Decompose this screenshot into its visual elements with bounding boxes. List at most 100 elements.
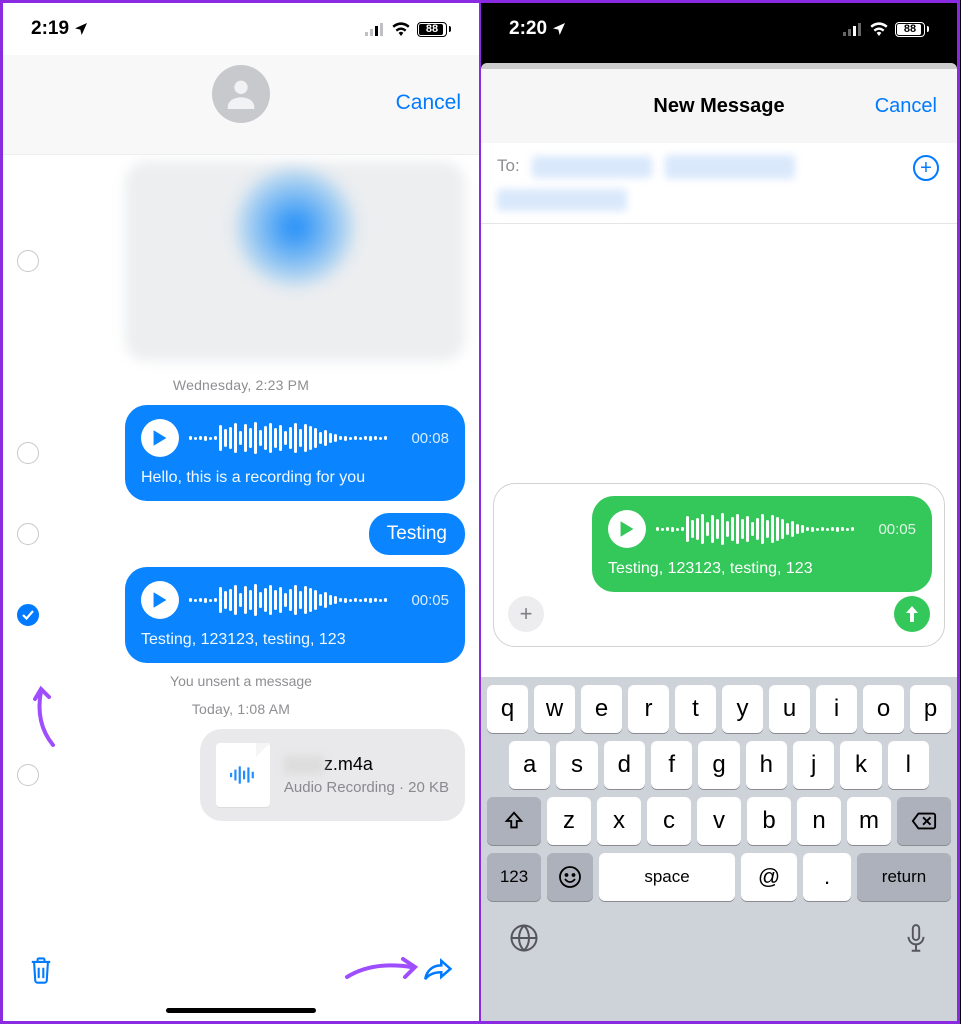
- unsent-label: You unsent a message: [3, 669, 479, 691]
- key-x[interactable]: x: [597, 797, 641, 845]
- key-y[interactable]: y: [722, 685, 763, 733]
- select-circle[interactable]: [17, 250, 39, 272]
- key-e[interactable]: e: [581, 685, 622, 733]
- keyboard-row-bottom: 123 space @ . return: [481, 845, 957, 901]
- select-circle[interactable]: [17, 442, 39, 464]
- home-indicator[interactable]: [166, 1008, 316, 1013]
- status-bar: 2:19 88: [3, 3, 479, 55]
- compose-area: 00:05 Testing, 123123, testing, 123 +: [493, 483, 945, 665]
- recipient-chip[interactable]: [665, 155, 795, 179]
- key-k[interactable]: k: [840, 741, 881, 789]
- blurred-message: [125, 161, 465, 361]
- period-key[interactable]: .: [803, 853, 851, 901]
- key-t[interactable]: t: [675, 685, 716, 733]
- voice-transcript: Testing, 123123, testing, 123: [608, 560, 916, 578]
- annotation-arrow-icon: [25, 683, 65, 753]
- timestamp-label: Wednesday, 2:23 PM: [3, 367, 479, 399]
- voice-message-bubble[interactable]: 00:08 Hello, this is a recording for you: [125, 405, 465, 501]
- key-a[interactable]: a: [509, 741, 550, 789]
- key-h[interactable]: h: [746, 741, 787, 789]
- cancel-button[interactable]: Cancel: [396, 91, 461, 115]
- shift-key[interactable]: [487, 797, 541, 845]
- timestamp-label: Today, 1:08 AM: [3, 691, 479, 723]
- file-attachment-bubble[interactable]: z.m4a Audio Recording · 20 KB: [200, 729, 465, 821]
- key-m[interactable]: m: [847, 797, 891, 845]
- key-j[interactable]: j: [793, 741, 834, 789]
- file-name: z.m4a: [324, 754, 373, 774]
- return-key[interactable]: return: [857, 853, 951, 901]
- contact-avatar[interactable]: [212, 65, 270, 123]
- cellular-icon: [843, 22, 863, 36]
- key-i[interactable]: i: [816, 685, 857, 733]
- annotation-arrow-icon: [343, 953, 423, 983]
- key-z[interactable]: z: [547, 797, 591, 845]
- space-key[interactable]: space: [599, 853, 735, 901]
- waveform-icon: [189, 584, 401, 616]
- header-title: New Message: [653, 95, 784, 118]
- keyboard[interactable]: qwertyuiop asdfghjkl zxcvbnm 123 space @…: [481, 677, 957, 1021]
- key-w[interactable]: w: [534, 685, 575, 733]
- audio-file-icon: [216, 743, 270, 807]
- waveform-icon: [189, 422, 401, 454]
- to-field[interactable]: To: +: [481, 143, 957, 224]
- conversation-header: Cancel: [3, 55, 479, 155]
- key-l[interactable]: l: [888, 741, 929, 789]
- voice-message-bubble[interactable]: 00:05 Testing, 123123, testing, 123: [125, 567, 465, 663]
- key-f[interactable]: f: [651, 741, 692, 789]
- play-button[interactable]: [141, 581, 179, 619]
- key-r[interactable]: r: [628, 685, 669, 733]
- wifi-icon: [391, 22, 411, 36]
- cancel-button[interactable]: Cancel: [875, 95, 937, 118]
- add-contact-button[interactable]: +: [913, 155, 939, 181]
- conversation-scroll[interactable]: Wednesday, 2:23 PM 00:08 Hello, this is …: [3, 155, 479, 945]
- voice-message-bubble[interactable]: 00:05 Testing, 123123, testing, 123: [592, 496, 932, 592]
- location-icon: [551, 21, 567, 37]
- key-g[interactable]: g: [698, 741, 739, 789]
- voice-duration: 00:05: [411, 592, 449, 609]
- select-circle-checked[interactable]: [17, 604, 39, 626]
- key-q[interactable]: q: [487, 685, 528, 733]
- voice-duration: 00:08: [411, 430, 449, 447]
- voice-duration: 00:05: [878, 521, 916, 538]
- to-label: To:: [497, 156, 520, 175]
- select-circle[interactable]: [17, 764, 39, 786]
- numbers-key[interactable]: 123: [487, 853, 541, 901]
- emoji-key[interactable]: [547, 853, 593, 901]
- key-o[interactable]: o: [863, 685, 904, 733]
- keyboard-row-2: asdfghjkl: [481, 733, 957, 789]
- status-time: 2:19: [31, 18, 69, 40]
- select-circle[interactable]: [17, 523, 39, 545]
- forward-icon[interactable]: [423, 956, 455, 984]
- trash-icon[interactable]: [27, 955, 55, 985]
- key-s[interactable]: s: [556, 741, 597, 789]
- key-u[interactable]: u: [769, 685, 810, 733]
- globe-icon[interactable]: [509, 923, 539, 953]
- key-p[interactable]: p: [910, 685, 951, 733]
- backspace-key[interactable]: [897, 797, 951, 845]
- key-b[interactable]: b: [747, 797, 791, 845]
- recipient-chip[interactable]: [532, 156, 652, 178]
- add-attachment-button[interactable]: +: [508, 596, 544, 632]
- play-button[interactable]: [608, 510, 646, 548]
- keyboard-row-3: zxcvbnm: [481, 789, 957, 845]
- keyboard-row-1: qwertyuiop: [481, 677, 957, 733]
- battery-icon: 88: [895, 22, 929, 37]
- key-n[interactable]: n: [797, 797, 841, 845]
- key-v[interactable]: v: [697, 797, 741, 845]
- waveform-icon: [656, 513, 868, 545]
- key-d[interactable]: d: [604, 741, 645, 789]
- play-button[interactable]: [141, 419, 179, 457]
- compose-input[interactable]: 00:05 Testing, 123123, testing, 123 +: [493, 483, 945, 647]
- cellular-icon: [365, 22, 385, 36]
- recipient-chip[interactable]: [497, 189, 627, 211]
- status-time: 2:20: [509, 18, 547, 40]
- text-message-bubble[interactable]: Testing: [369, 513, 465, 555]
- send-button[interactable]: [894, 596, 930, 632]
- messages-edit-screen: 2:19 88 Cancel Wednesday, 2:23 PM: [0, 0, 480, 1024]
- dictation-icon[interactable]: [903, 923, 929, 955]
- at-key[interactable]: @: [741, 853, 797, 901]
- wifi-icon: [869, 22, 889, 36]
- compose-header: New Message Cancel: [481, 69, 957, 143]
- voice-transcript: Hello, this is a recording for you: [141, 469, 449, 487]
- key-c[interactable]: c: [647, 797, 691, 845]
